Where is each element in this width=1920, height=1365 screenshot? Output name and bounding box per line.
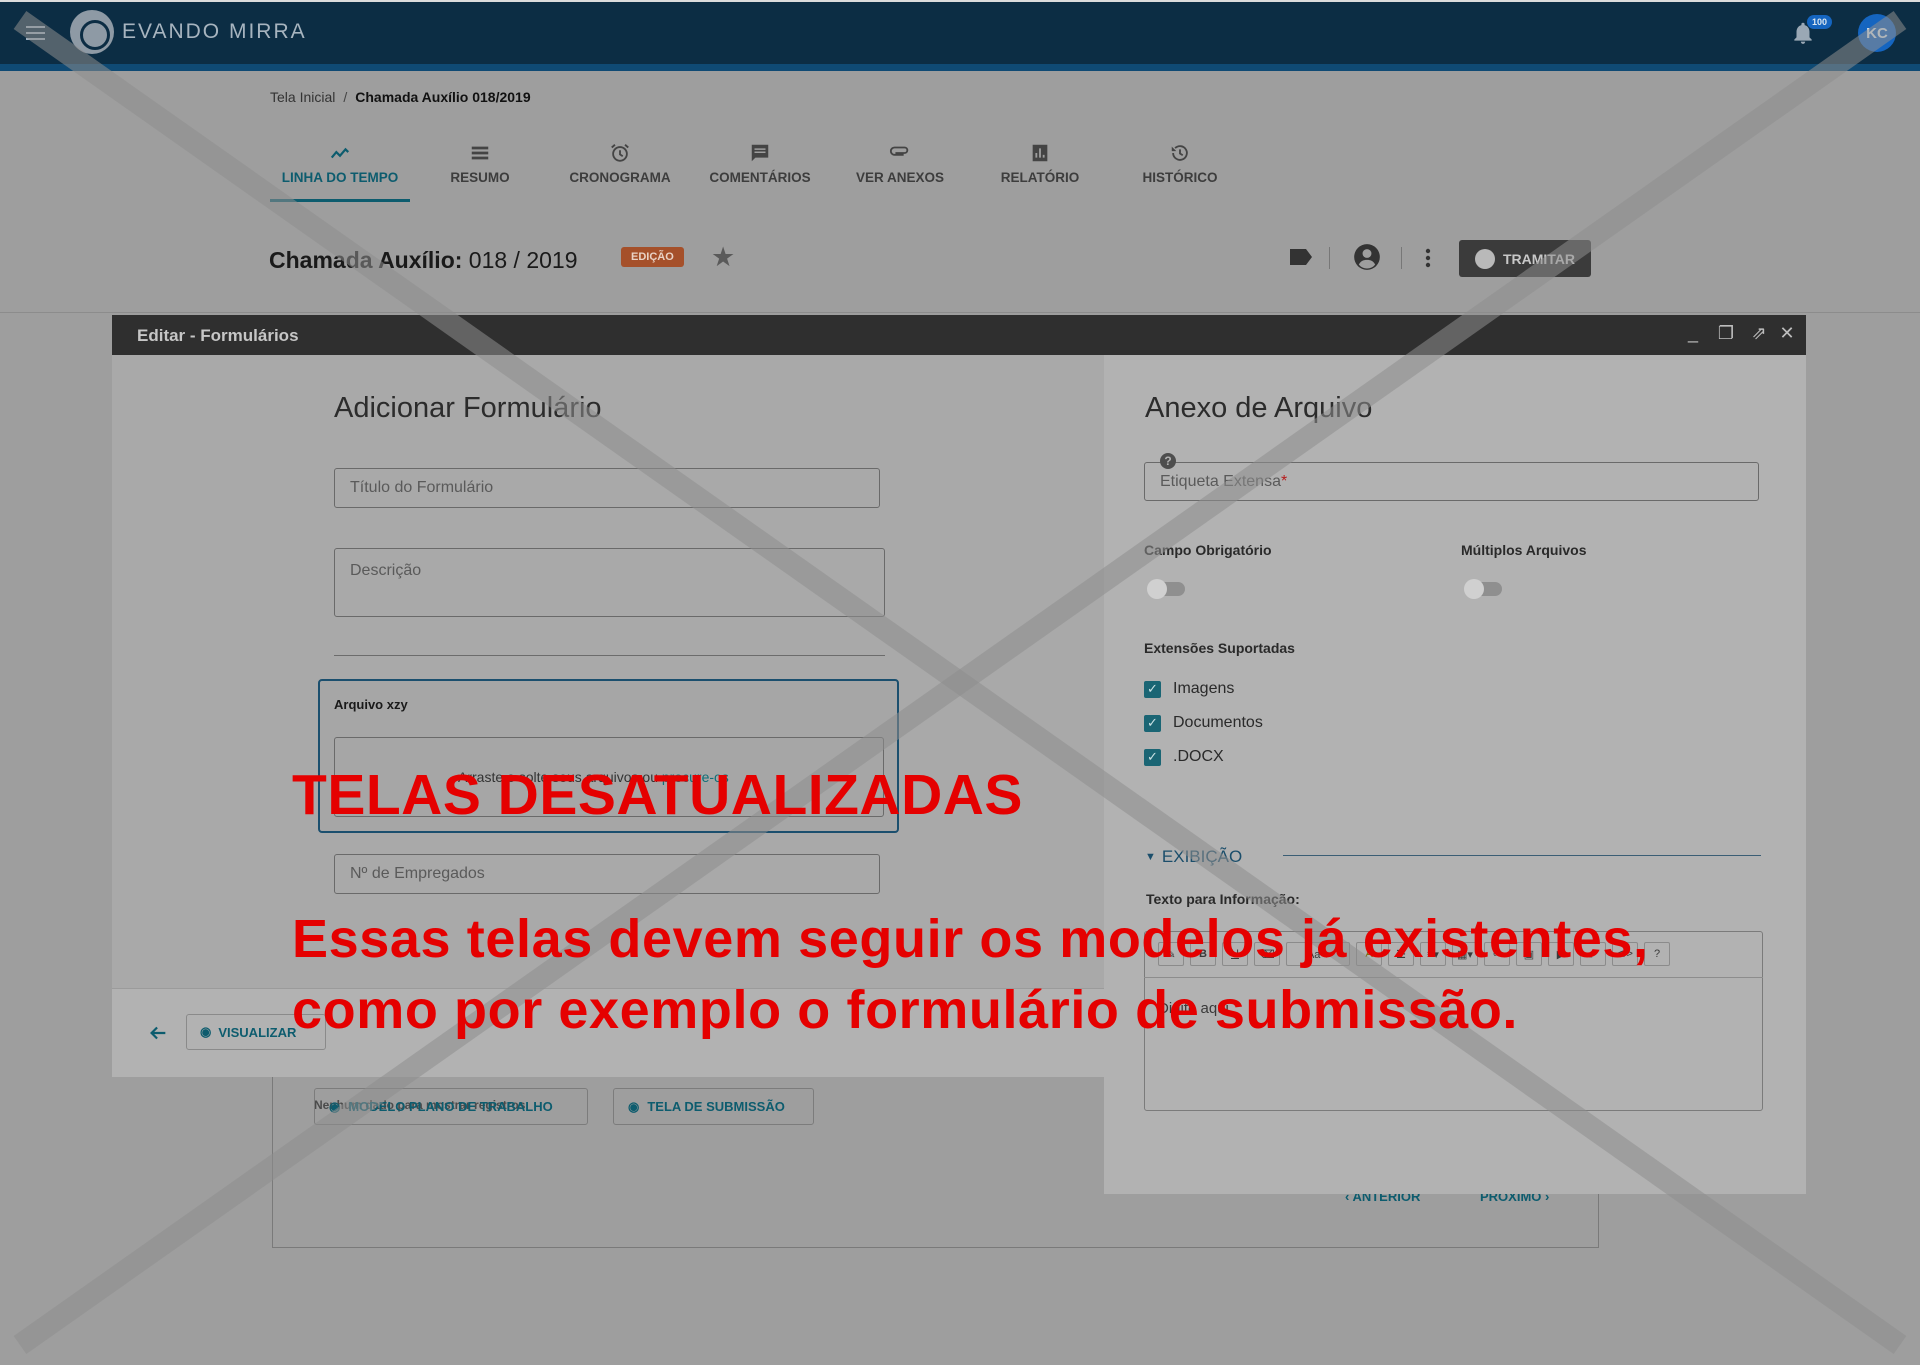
modelo-plano-button[interactable]: ◉ MODELO PLANO DE TRABALHO — [314, 1088, 588, 1125]
close-icon[interactable]: ✕ — [1776, 322, 1798, 344]
alarm-icon — [611, 144, 629, 162]
tab-historico[interactable]: HISTÓRICO — [1110, 138, 1250, 202]
form-heading: Adicionar Formulário — [334, 392, 602, 424]
etiqueta-placeholder: Etiqueta Extensa — [1160, 472, 1281, 490]
form-title-input[interactable]: Título do Formulário — [334, 468, 880, 508]
tab-label: RESUMO — [450, 170, 510, 185]
exibicao-title: EXIBIÇÃO — [1161, 847, 1243, 866]
brand-name: EVANDO MIRRA — [122, 20, 307, 43]
toolbar-divider — [1401, 247, 1402, 269]
breadcrumb-separator: / — [343, 89, 348, 105]
etiqueta-input[interactable]: Etiqueta Extensa * — [1144, 462, 1759, 501]
tab-linha-do-tempo[interactable]: LINHA DO TEMPO — [270, 138, 410, 202]
back-arrow-icon[interactable] — [147, 1022, 169, 1044]
extensoes-label: Extensões Suportadas — [1144, 640, 1295, 656]
toolbar-divider — [1329, 247, 1330, 269]
menu-icon[interactable] — [22, 20, 48, 46]
tab-label: HISTÓRICO — [1142, 170, 1218, 185]
comment-icon — [751, 144, 769, 162]
required-asterisk: * — [1280, 472, 1288, 490]
exibicao-section-toggle[interactable]: ▼ EXIBIÇÃO — [1145, 847, 1242, 867]
breadcrumb-current: Chamada Auxílio 018/2019 — [355, 89, 531, 105]
attachment-icon — [889, 146, 909, 156]
campo-obrigatorio-toggle[interactable] — [1147, 579, 1185, 599]
extension-label: Imagens — [1173, 680, 1235, 697]
eye-icon: ◉ — [628, 1098, 640, 1114]
history-icon — [1171, 145, 1188, 161]
tab-cronograma[interactable]: CRONOGRAMA — [550, 138, 690, 202]
dialog-titlebar — [112, 315, 1806, 355]
outdated-warning-message: Essas telas devem seguir os modelos já e… — [292, 909, 1649, 1040]
caret-down-icon: ▼ — [1145, 851, 1156, 863]
extension-option-docx[interactable]: ✓ .DOCX — [1144, 748, 1224, 766]
tab-relatorio[interactable]: RELATÓRIO — [970, 138, 1110, 202]
tab-label: COMENTÁRIOS — [709, 170, 811, 185]
page-title-value: 018 / 2019 — [468, 247, 578, 273]
extension-option-imagens[interactable]: ✓ Imagens — [1144, 680, 1234, 698]
multiplos-arquivos-label: Múltiplos Arquivos — [1461, 542, 1587, 558]
breadcrumb: Tela Inicial / Chamada Auxílio 018/2019 — [270, 89, 531, 105]
employees-input[interactable]: Nº de Empregados — [334, 854, 880, 894]
maximize-icon[interactable]: ❐ — [1715, 322, 1737, 344]
more-vertical-icon[interactable] — [1418, 246, 1438, 270]
attachment-heading: Anexo de Arquivo — [1145, 392, 1373, 424]
section-divider — [1283, 855, 1761, 856]
modelo-plano-label: MODELO PLANO DE TRABALHO — [348, 1099, 553, 1114]
form-description-textarea[interactable]: Descrição — [334, 548, 885, 617]
brand-logo[interactable] — [70, 10, 114, 54]
tab-resumo[interactable]: RESUMO — [410, 138, 550, 202]
header-divider — [0, 312, 1920, 313]
breadcrumb-home[interactable]: Tela Inicial — [270, 89, 335, 105]
favorite-star-icon[interactable]: ★ — [711, 242, 735, 273]
tela-submissao-label: TELA DE SUBMISSÃO — [647, 1099, 785, 1114]
tab-label: CRONOGRAMA — [569, 170, 671, 185]
checkbox-checked-icon[interactable]: ✓ — [1144, 714, 1161, 732]
timeline-icon — [330, 147, 350, 159]
open-external-icon[interactable]: ⇗ — [1748, 322, 1770, 344]
outdated-warning-title: TELAS DESATUALIZADAS — [292, 763, 1023, 827]
visualizar-label: VISUALIZAR — [218, 1024, 297, 1040]
page-title-label: Chamada Auxílio: — [269, 247, 463, 273]
checkbox-checked-icon[interactable]: ✓ — [1144, 748, 1161, 766]
status-badge: EDIÇÃO — [621, 247, 684, 267]
help-icon[interactable]: ? — [1160, 453, 1176, 469]
tab-label: LINHA DO TEMPO — [281, 170, 399, 185]
upload-label: Arquivo xzy — [334, 697, 408, 712]
tab-label: VER ANEXOS — [855, 170, 945, 185]
multiplos-arquivos-toggle[interactable] — [1464, 579, 1502, 599]
page-title: Chamada Auxílio: 018 / 2019 — [269, 247, 578, 274]
tela-submissao-button[interactable]: ◉ TELA DE SUBMISSÃO — [613, 1088, 814, 1125]
form-divider — [334, 655, 885, 656]
dialog-title: Editar - Formulários — [137, 326, 299, 345]
campo-obrigatorio-label: Campo Obrigatório — [1144, 542, 1272, 558]
tab-ver-anexos[interactable]: VER ANEXOS — [830, 138, 970, 202]
notification-count-badge: 100 — [1807, 15, 1833, 29]
eye-icon: ◉ — [329, 1098, 341, 1114]
tab-label: RELATÓRIO — [1000, 170, 1080, 185]
page-tabs: LINHA DO TEMPO RESUMO CRONOGRAMA COMENTÁ… — [270, 138, 1250, 202]
extension-option-documentos[interactable]: ✓ Documentos — [1144, 714, 1263, 732]
tramitar-button[interactable]: TRAMITAR — [1459, 240, 1591, 277]
eye-icon: ◉ — [200, 1024, 212, 1039]
minimize-icon[interactable]: _ — [1682, 322, 1704, 344]
account-circle-icon[interactable] — [1353, 243, 1381, 271]
extension-label: Documentos — [1173, 714, 1263, 731]
label-tag-icon[interactable] — [1288, 247, 1314, 267]
tramitar-label: TRAMITAR — [1502, 250, 1576, 267]
report-icon — [1032, 144, 1048, 162]
extension-label: .DOCX — [1173, 748, 1224, 765]
list-icon — [471, 146, 489, 160]
checkbox-checked-icon[interactable]: ✓ — [1144, 680, 1161, 698]
user-avatar[interactable]: KC — [1858, 14, 1896, 52]
tab-comentarios[interactable]: COMENTÁRIOS — [690, 138, 830, 202]
forward-circle-icon — [1474, 248, 1495, 269]
